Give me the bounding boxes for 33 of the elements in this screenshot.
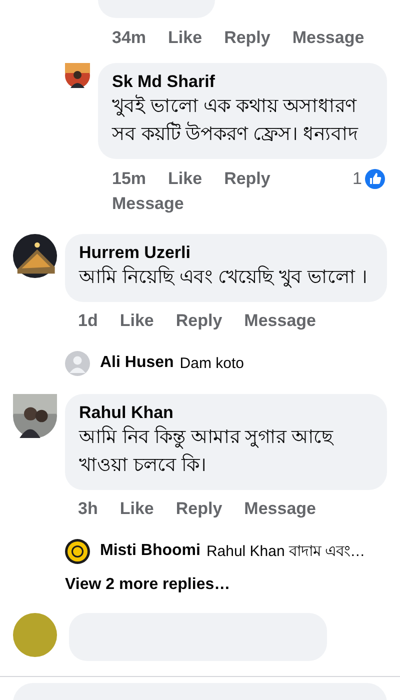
action-link[interactable]: Reply <box>176 309 222 333</box>
timestamp: 15m <box>112 168 146 190</box>
reply-text: Dam koto <box>180 354 244 372</box>
avatar[interactable] <box>13 234 57 278</box>
view-replies-link[interactable]: View 2 more replies… <box>65 574 230 596</box>
author-name[interactable]: Ali Husen <box>100 354 174 372</box>
action-link[interactable]: Reply <box>176 497 222 521</box>
reply-text: Rahul Khan বাদাম এবং… <box>206 542 366 562</box>
action-link[interactable]: Like <box>168 26 202 50</box>
author-name[interactable]: Sk Md Sharif <box>112 71 373 93</box>
author-name[interactable]: Misti Bhoomi <box>100 542 200 560</box>
action-link[interactable]: Reply <box>224 26 270 50</box>
action-link[interactable]: Like <box>120 497 154 521</box>
author-name[interactable]: Rahul Khan <box>79 402 373 424</box>
timestamp: 34m <box>112 27 146 49</box>
comment-text: আমি নিয়েছি এবং খেয়েছি খুব ভালো । <box>79 264 369 290</box>
comment-text: আমি নিব কিন্তু আমার সুগার আছে খাওয়া চলবে কি। <box>79 424 335 478</box>
action-link[interactable]: Reply <box>224 167 270 191</box>
timestamp: 1d <box>78 310 98 332</box>
action-link[interactable]: Like <box>168 167 202 191</box>
timestamp: 3h <box>78 498 98 520</box>
avatar[interactable] <box>65 538 90 564</box>
comment-text: খুবই ভালো এক কথায় অসাধারণ সব কয়টি উপকরণ ফ্রেস। ধন্যবাদ <box>112 94 360 147</box>
reaction-count: 1 <box>352 169 362 189</box>
author-name[interactable]: Hurrem Uzerli <box>79 242 373 264</box>
action-link[interactable]: Message <box>292 26 364 50</box>
thumbs-up-icon <box>365 169 385 189</box>
action-link[interactable]: Message <box>244 497 316 521</box>
avatar[interactable] <box>65 63 90 88</box>
avatar[interactable] <box>13 394 57 438</box>
action-link[interactable]: Message <box>244 309 316 333</box>
action-link[interactable]: Message <box>112 192 184 216</box>
action-link[interactable]: Like <box>120 309 154 333</box>
